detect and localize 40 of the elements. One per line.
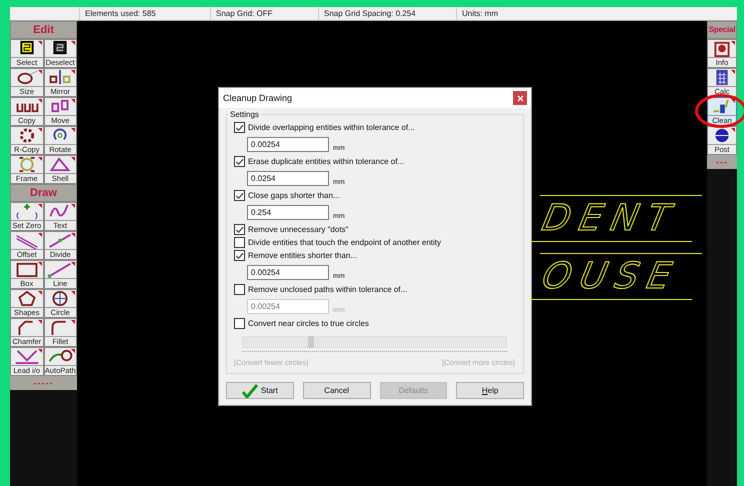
dialog-title: Cleanup Drawing — [223, 93, 292, 103]
input-field[interactable]: 0.00254 — [247, 137, 329, 152]
checkbox-label: Convert near circles to true circles — [248, 319, 369, 328]
close-icon — [516, 94, 524, 102]
checkbox[interactable] — [234, 284, 245, 295]
close-button[interactable] — [513, 91, 527, 105]
group-label: Settings — [229, 110, 260, 119]
toolbox-footer: ----- — [10, 376, 77, 390]
checkbox-label: Remove unclosed paths within tolerance of... — [248, 285, 408, 294]
checkbox-label: Divide overlapping entities within tolerance of... — [248, 123, 415, 132]
status-text: Units: mm — [461, 8, 499, 20]
checkbox[interactable] — [234, 224, 245, 235]
start-button[interactable]: Start — [226, 382, 294, 399]
status-text: Snap Grid: OFF — [211, 7, 319, 20]
input-field[interactable]: 0.00254 — [247, 265, 329, 280]
checkbox-label: Remove unnecessary "dots" — [248, 225, 348, 234]
toolbox-heading: Draw — [10, 184, 77, 202]
checkbox-label: Erase duplicate entities within tolerance of... — [248, 157, 404, 166]
checkbox[interactable] — [234, 122, 245, 133]
highlight-circle — [695, 94, 744, 128]
status-text: Elements used: 585 — [80, 7, 211, 20]
toolbox-footer: --- — [707, 155, 737, 169]
checkbox[interactable] — [234, 237, 245, 248]
checkbox-label: Divide entities that touch the endpoint of another entity — [248, 238, 442, 247]
checkbox[interactable] — [234, 318, 245, 329]
checkbox[interactable] — [234, 250, 245, 261]
toolbox-heading: Special — [707, 21, 737, 39]
toolbox-heading: Edit — [10, 21, 77, 39]
checkmark-icon — [242, 384, 258, 398]
checkbox[interactable] — [234, 156, 245, 167]
input-field[interactable]: 0.254 — [247, 205, 329, 220]
dialog-button[interactable]: Help — [456, 382, 524, 399]
input-field[interactable]: 0.0254 — [247, 171, 329, 186]
checkbox-label: Close gaps shorter than... — [248, 191, 340, 200]
tool-icon — [12, 348, 41, 365]
input-field[interactable]: 0.00254 — [247, 299, 329, 314]
checkbox-label: Remove entities shorter than... — [248, 251, 357, 260]
dialog-button[interactable]: Cancel — [302, 382, 370, 399]
status-text: Snap Grid Spacing: 0.254 — [319, 7, 457, 20]
checkbox[interactable] — [234, 190, 245, 201]
